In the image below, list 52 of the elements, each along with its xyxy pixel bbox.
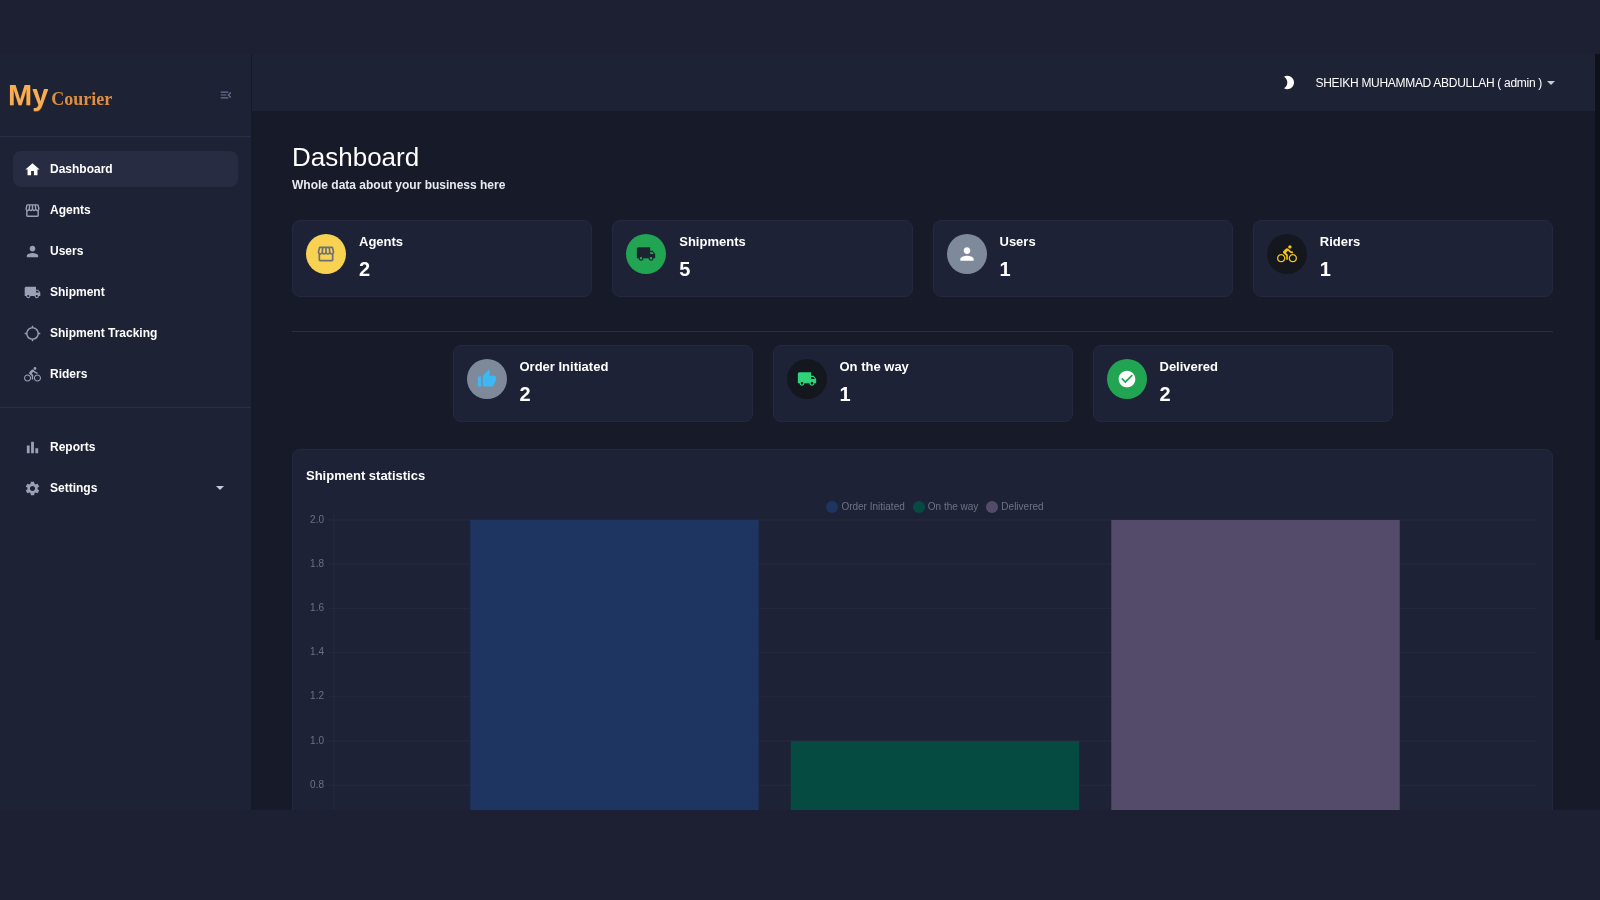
logo[interactable]: My Courier: [8, 80, 113, 110]
stat-value: 2: [1159, 382, 1172, 406]
sidebar-item[interactable]: Shipment Tracking: [13, 315, 238, 351]
house-icon: [24, 160, 41, 178]
y-axis-label: 1.2: [310, 690, 324, 702]
sidebar-item[interactable]: Reports: [13, 429, 238, 465]
y-axis-label: 1.8: [310, 557, 324, 569]
legend-label: On the way: [927, 501, 979, 513]
crosshair-icon: [24, 324, 41, 342]
store-icon: [24, 201, 41, 219]
caret-icon: [216, 486, 224, 490]
stat-label: Delivered: [1159, 359, 1219, 375]
truck-icon: [786, 359, 827, 399]
sidebar-item[interactable]: Dashboard: [13, 151, 238, 187]
stat-label: Riders: [1319, 234, 1361, 250]
y-axis-label: 1.6: [310, 602, 324, 614]
bicycle-icon: [24, 365, 41, 383]
stat-value: 5: [679, 257, 692, 281]
sidebar-item[interactable]: Users: [13, 233, 238, 269]
page-subtitle: Whole data about your business here: [292, 177, 507, 193]
stat-label: Agents: [359, 234, 404, 250]
settings-icon: [24, 479, 41, 497]
stat-label: Users: [999, 234, 1036, 250]
bicycle-icon: [1266, 234, 1307, 274]
chart-title: Shipment statistics: [306, 468, 426, 483]
truck-icon: [626, 234, 667, 274]
y-axis-label: 1.4: [310, 646, 324, 658]
store-icon: [306, 234, 346, 274]
scrollbar-thumb[interactable]: [1595, 54, 1600, 640]
y-axis-label: 2.0: [310, 514, 324, 525]
y-axis-label: 0.8: [310, 778, 324, 790]
legend-label: Order Initiated: [841, 501, 905, 513]
page-title: Dashboard: [292, 141, 421, 173]
stat-value: 2: [359, 257, 372, 281]
stat-value: 1: [1319, 257, 1332, 281]
stat-value: 1: [999, 257, 1012, 281]
sidebar-item[interactable]: Agents: [13, 192, 238, 228]
caret-icon: [1547, 80, 1555, 85]
stat-value: 1: [839, 382, 852, 406]
sidebar-item[interactable]: Settings: [13, 470, 238, 506]
y-axis-label: 1.0: [310, 734, 324, 746]
user-menu[interactable]: SHEIKH MUHAMMAD ABDULLAH ( admin ): [1315, 73, 1555, 92]
legend-label: Delivered: [1001, 501, 1044, 513]
sidebar-item[interactable]: Shipment: [13, 274, 238, 310]
user-icon: [946, 234, 987, 274]
sidebar-item[interactable]: Riders: [13, 356, 238, 392]
thumbs-up-icon: [466, 359, 507, 399]
stat-label: Shipments: [679, 234, 746, 250]
stat-label: Order Initiated: [519, 359, 609, 375]
stat-label: On the way: [839, 359, 909, 375]
stat-value: 2: [519, 382, 532, 406]
check-icon: [1106, 359, 1147, 399]
